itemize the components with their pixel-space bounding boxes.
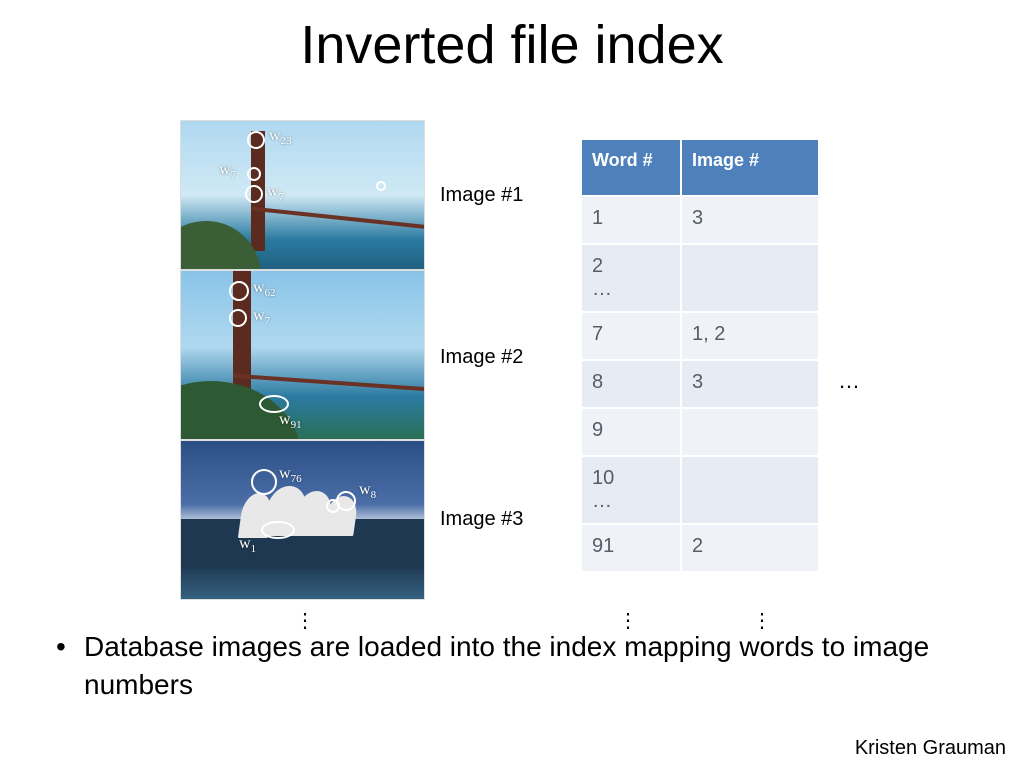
- feature-label: w91: [279, 411, 302, 431]
- feature-label: w23: [269, 127, 292, 147]
- feature-label: w7: [219, 161, 236, 181]
- table-cell: 3: [681, 196, 819, 244]
- author-credit: Kristen Grauman: [855, 737, 1006, 760]
- feature-circle: [251, 469, 277, 495]
- ellipsis-icon: …: [838, 368, 862, 394]
- database-image-1: w23 w7 w7: [180, 120, 425, 270]
- feature-label: w8: [359, 481, 376, 501]
- feature-label: w62: [253, 279, 276, 299]
- database-image-3: w76 w8 w1: [180, 440, 425, 600]
- feature-circle: [247, 131, 265, 149]
- table-cell: 3: [681, 360, 819, 408]
- feature-circle: [245, 185, 263, 203]
- table-cell: [681, 408, 819, 456]
- slide-title: Inverted file index: [0, 0, 1024, 76]
- database-image-2: w62 w7 w91: [180, 270, 425, 440]
- feature-circle: [376, 181, 386, 191]
- image-1-label: Image #1: [440, 184, 523, 207]
- table-cell: 9: [581, 408, 681, 456]
- table-cell: 7: [581, 312, 681, 360]
- slide-body: Database images w23 w7 w7 w62 w7 w91: [0, 120, 1024, 640]
- table-cell: 91: [581, 524, 681, 572]
- image-2-label: Image #2: [440, 346, 523, 369]
- image-stack: w23 w7 w7 w62 w7 w91 w76: [180, 120, 425, 600]
- feature-circle: [229, 309, 247, 327]
- feature-circle: [247, 167, 261, 181]
- table-cell: 2: [681, 524, 819, 572]
- feature-circle: [229, 281, 249, 301]
- table-cell: 10 …: [581, 456, 681, 524]
- inverted-index-table: Word # Image # 13 2 … 71, 2 83 9 10 … 91…: [580, 138, 820, 573]
- table-header-word: Word #: [581, 139, 681, 196]
- bullet-point: • Database images are loaded into the in…: [84, 628, 964, 704]
- feature-circle: [261, 521, 295, 539]
- table-cell: 1, 2: [681, 312, 819, 360]
- feature-label: w76: [279, 465, 302, 485]
- bullet-icon: •: [56, 628, 66, 666]
- feature-label: w7: [253, 307, 270, 327]
- table-cell: [681, 456, 819, 524]
- image-3-label: Image #3: [440, 508, 523, 531]
- bullet-text: Database images are loaded into the inde…: [84, 631, 929, 700]
- table-cell: 8: [581, 360, 681, 408]
- feature-label: w1: [239, 535, 256, 555]
- table-header-image: Image #: [681, 139, 819, 196]
- table-cell: [681, 244, 819, 312]
- feature-circle: [326, 499, 340, 513]
- table-cell: 1: [581, 196, 681, 244]
- table-cell: 2 …: [581, 244, 681, 312]
- feature-label: w7: [267, 183, 284, 203]
